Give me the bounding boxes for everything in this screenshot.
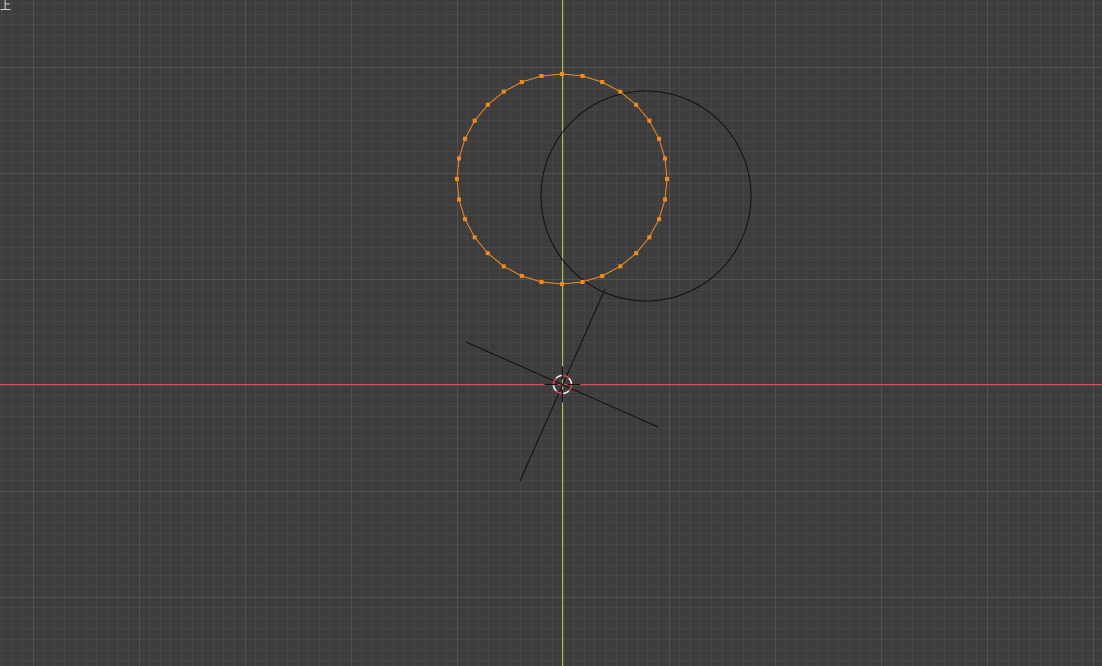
vertex-point[interactable] — [634, 102, 639, 107]
vertex-point[interactable] — [519, 80, 524, 84]
vertex-point[interactable] — [657, 217, 661, 222]
vertex-point[interactable] — [647, 118, 652, 123]
unselected-circle-object[interactable] — [540, 90, 752, 302]
vertex-point[interactable] — [485, 102, 490, 107]
vertex-point[interactable] — [665, 177, 669, 181]
3d-viewport[interactable]: 上 — [0, 0, 1102, 666]
vertex-point[interactable] — [560, 72, 564, 76]
cursor-ring-segment — [555, 374, 563, 379]
vertex-point[interactable] — [539, 74, 544, 78]
vertex-point[interactable] — [618, 89, 623, 94]
cursor-ring-segment — [568, 377, 573, 385]
vertex-point[interactable] — [663, 197, 667, 202]
vertex-point[interactable] — [634, 251, 639, 256]
vertex-point[interactable] — [519, 274, 524, 278]
vertex-point[interactable] — [463, 136, 467, 141]
grid — [0, 0, 1102, 666]
view-name-label: 上 — [0, 0, 11, 12]
vertex-point[interactable] — [455, 177, 459, 181]
vertex-point[interactable] — [618, 264, 623, 269]
vertex-point[interactable] — [657, 136, 661, 141]
vertex-point[interactable] — [539, 280, 544, 284]
vertex-point[interactable] — [501, 89, 506, 94]
vertex-point[interactable] — [472, 235, 477, 240]
vertex-point[interactable] — [457, 197, 461, 202]
vertex-point[interactable] — [472, 118, 477, 123]
vertex-point[interactable] — [600, 80, 605, 84]
vertex-point[interactable] — [580, 74, 585, 78]
vertex-point[interactable] — [663, 156, 667, 161]
vertex-point[interactable] — [485, 251, 490, 256]
vertex-point[interactable] — [501, 264, 506, 269]
vertex-point[interactable] — [560, 282, 564, 286]
viewport-canvas[interactable] — [0, 0, 1102, 666]
vertex-point[interactable] — [457, 156, 461, 161]
vertex-point[interactable] — [580, 280, 585, 284]
vertex-point[interactable] — [463, 217, 467, 222]
vertex-point[interactable] — [647, 235, 652, 240]
vertex-point[interactable] — [600, 274, 605, 278]
